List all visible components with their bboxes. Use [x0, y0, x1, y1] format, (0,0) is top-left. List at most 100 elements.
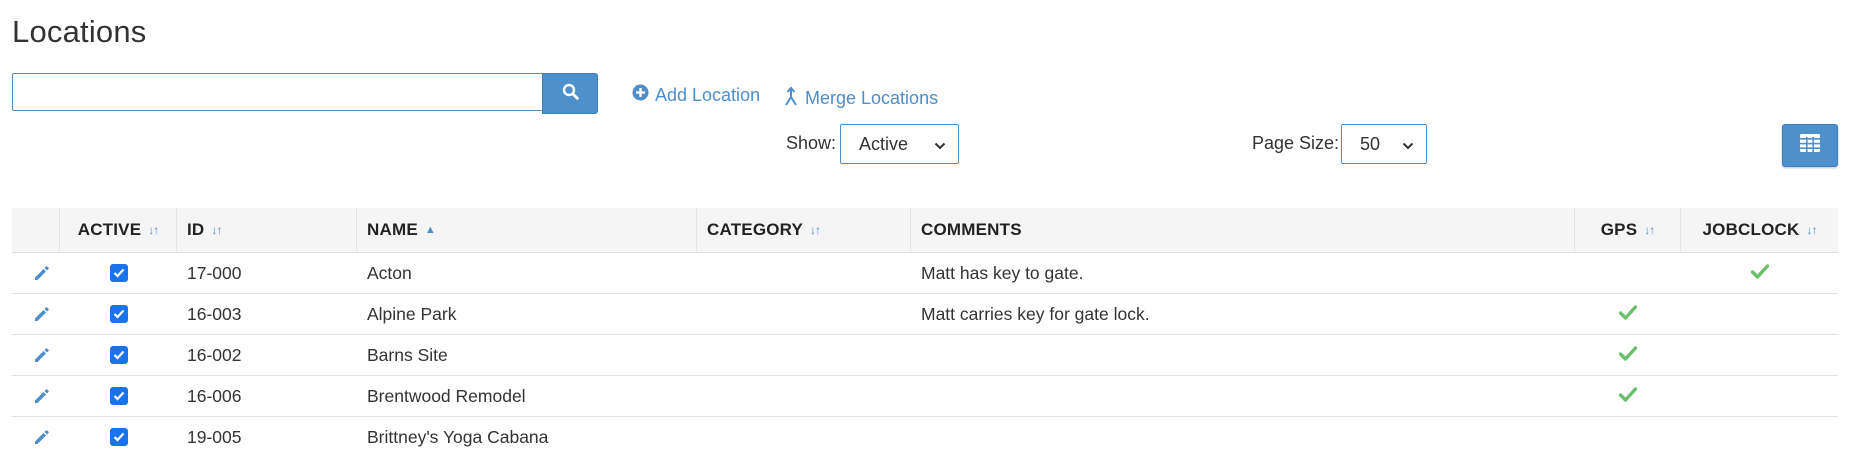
- edit-cell: [12, 335, 60, 375]
- grid-columns-icon: [1800, 134, 1820, 157]
- table-body: 17-000 Acton Matt has key to gate. 16-003 Al…: [12, 253, 1838, 457]
- checkmark-icon: [1618, 345, 1638, 366]
- header-comments: COMMENTS: [911, 208, 1575, 252]
- comments-cell: Matt carries key for gate lock.: [921, 303, 1150, 324]
- id-cell: 16-006: [187, 385, 242, 406]
- page-size-select[interactable]: 50: [1341, 124, 1427, 164]
- gps-cell: [1575, 417, 1681, 457]
- header-comments-label: COMMENTS: [921, 220, 1022, 239]
- header-name[interactable]: NAME ▲: [357, 208, 697, 252]
- search-input[interactable]: [12, 73, 542, 111]
- edit-cell: [12, 376, 60, 416]
- category-cell: [697, 335, 911, 375]
- pencil-icon[interactable]: [22, 428, 60, 446]
- category-cell: [697, 417, 911, 457]
- name-cell: Brentwood Remodel: [367, 385, 526, 406]
- active-checkbox[interactable]: [109, 387, 128, 405]
- header-edit: [12, 208, 60, 252]
- header-jobclock[interactable]: JOBCLOCK ↓↑: [1681, 208, 1838, 252]
- table-row: 17-000 Acton Matt has key to gate.: [12, 253, 1838, 294]
- jobclock-cell: [1681, 294, 1838, 334]
- table-row: 16-002 Barns Site: [12, 335, 1838, 376]
- table-row: 16-003 Alpine Park Matt carries key for ga…: [12, 294, 1838, 335]
- sort-ascending-icon: ▲: [424, 224, 436, 236]
- jobclock-cell: [1681, 417, 1838, 457]
- active-cell: [60, 417, 177, 457]
- add-location-link[interactable]: Add Location: [632, 84, 760, 106]
- id-cell: 19-005: [187, 426, 242, 447]
- pencil-icon[interactable]: [22, 305, 60, 323]
- category-cell: [697, 294, 911, 334]
- header-id-label: ID: [187, 220, 205, 239]
- id-cell: 16-003: [187, 303, 242, 324]
- gps-cell: [1575, 294, 1681, 334]
- checkmark-icon: [1618, 304, 1638, 325]
- checkmark-icon: [1618, 386, 1638, 407]
- gps-cell: [1575, 335, 1681, 375]
- header-active-label: ACTIVE: [77, 220, 142, 239]
- id-cell: 17-000: [187, 262, 242, 283]
- gps-cell: [1575, 376, 1681, 416]
- chevron-down-icon: [934, 134, 946, 155]
- active-cell: [60, 376, 177, 416]
- jobclock-cell: [1681, 376, 1838, 416]
- sort-icon: ↓↑: [810, 223, 821, 237]
- page-size-label: Page Size:: [1252, 133, 1340, 153]
- table-header-row: ACTIVE ↓↑ ID ↓↑ NAME ▲ CATEGORY ↓↑ COMME…: [12, 208, 1838, 253]
- id-cell: 16-002: [187, 344, 242, 365]
- header-active[interactable]: ACTIVE ↓↑: [60, 208, 177, 252]
- locations-table: ACTIVE ↓↑ ID ↓↑ NAME ▲ CATEGORY ↓↑ COMME…: [12, 208, 1838, 457]
- locations-page: Locations Add Location Merge Locations S…: [0, 0, 1850, 451]
- pencil-icon[interactable]: [22, 264, 60, 282]
- sort-icon: ↓↑: [1806, 223, 1818, 237]
- header-gps[interactable]: GPS ↓↑: [1575, 208, 1681, 252]
- edit-cell: [12, 417, 60, 457]
- comments-cell: [911, 335, 1575, 375]
- checkmark-icon: [1750, 263, 1769, 284]
- merge-icon: [783, 86, 799, 111]
- jobclock-cell: [1681, 335, 1838, 375]
- table-row: 19-005 Brittney's Yoga Cabana: [12, 417, 1838, 457]
- show-filter-select[interactable]: Active: [840, 124, 959, 164]
- category-cell: [697, 253, 911, 293]
- name-cell: Barns Site: [367, 344, 448, 365]
- name-cell: Alpine Park: [367, 303, 457, 324]
- page-title: Locations: [12, 14, 147, 49]
- sort-icon: ↓↑: [1644, 223, 1655, 237]
- header-gps-label: GPS: [1600, 220, 1638, 239]
- comments-cell: [911, 417, 1575, 457]
- page-size-value: 50: [1360, 133, 1381, 154]
- active-cell: [60, 253, 177, 293]
- plus-circle-icon: [632, 84, 649, 106]
- search-button[interactable]: [542, 73, 598, 114]
- merge-locations-link[interactable]: Merge Locations: [783, 86, 938, 111]
- column-chooser-button[interactable]: [1782, 124, 1838, 167]
- sort-icon: ↓↑: [211, 223, 222, 237]
- active-checkbox[interactable]: [109, 346, 128, 364]
- chevron-down-icon: [1402, 134, 1414, 155]
- sort-icon: ↓↑: [148, 223, 159, 237]
- add-location-label: Add Location: [655, 84, 761, 105]
- pencil-icon[interactable]: [22, 346, 60, 364]
- merge-locations-label: Merge Locations: [805, 88, 939, 108]
- pencil-icon[interactable]: [22, 387, 60, 405]
- name-cell: Acton: [367, 262, 412, 283]
- show-label: Show:: [786, 133, 837, 153]
- name-cell: Brittney's Yoga Cabana: [367, 426, 549, 447]
- active-checkbox[interactable]: [109, 305, 128, 323]
- gps-cell: [1575, 253, 1681, 293]
- header-category-label: CATEGORY: [707, 220, 804, 239]
- active-checkbox[interactable]: [109, 264, 128, 282]
- active-checkbox[interactable]: [109, 428, 128, 446]
- header-name-label: NAME: [367, 220, 418, 239]
- active-cell: [60, 294, 177, 334]
- header-id[interactable]: ID ↓↑: [177, 208, 357, 252]
- jobclock-cell: [1681, 253, 1838, 293]
- show-filter-value: Active: [859, 133, 909, 154]
- header-category[interactable]: CATEGORY ↓↑: [697, 208, 911, 252]
- edit-cell: [12, 294, 60, 334]
- comments-cell: [911, 376, 1575, 416]
- table-row: 16-006 Brentwood Remodel: [12, 376, 1838, 417]
- comments-cell: Matt has key to gate.: [921, 262, 1084, 283]
- search-icon: [562, 83, 579, 105]
